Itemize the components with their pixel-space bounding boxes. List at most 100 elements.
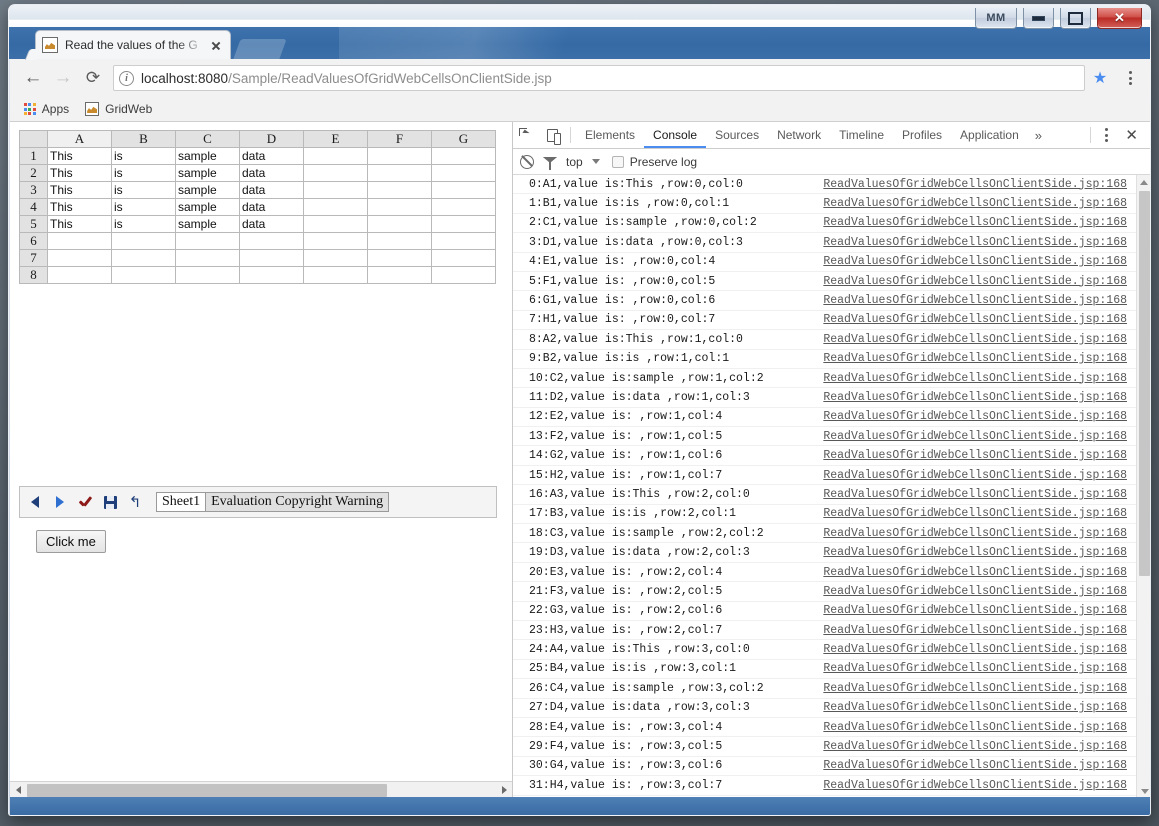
- page-info-icon[interactable]: i: [119, 70, 134, 86]
- console-source-link[interactable]: ReadValuesOfGridWebCellsOnClientSide.jsp…: [823, 469, 1136, 482]
- scroll-right-icon[interactable]: [496, 782, 512, 799]
- cell-D7[interactable]: [239, 249, 304, 267]
- cell-E8[interactable]: [303, 266, 368, 284]
- scroll-up-icon[interactable]: [1137, 175, 1150, 189]
- cell-F8[interactable]: [367, 266, 432, 284]
- cell-A5[interactable]: This: [47, 215, 112, 233]
- clear-console-icon[interactable]: [520, 154, 534, 169]
- bookmark-star-icon[interactable]: ★: [1087, 65, 1113, 91]
- filter-icon[interactable]: [543, 157, 557, 170]
- console-source-link[interactable]: ReadValuesOfGridWebCellsOnClientSide.jsp…: [823, 410, 1136, 423]
- save-icon[interactable]: [102, 494, 118, 510]
- cell-B4[interactable]: is: [111, 198, 176, 216]
- bookmark-gridweb[interactable]: GridWeb: [85, 102, 152, 116]
- cell-A7[interactable]: [47, 249, 112, 267]
- hscroll-track[interactable]: [27, 782, 496, 799]
- devtools-close-icon[interactable]: ✕: [1117, 126, 1146, 144]
- forward-icon[interactable]: →: [48, 63, 78, 93]
- cell-B3[interactable]: is: [111, 181, 176, 199]
- console-vertical-scrollbar[interactable]: [1136, 175, 1150, 798]
- sheet-tab-evaluation-warning[interactable]: Evaluation Copyright Warning: [206, 492, 390, 512]
- chrome-menu-icon[interactable]: [1117, 71, 1143, 85]
- console-source-link[interactable]: ReadValuesOfGridWebCellsOnClientSide.jsp…: [823, 275, 1136, 288]
- column-header-B[interactable]: B: [111, 130, 176, 148]
- console-source-link[interactable]: ReadValuesOfGridWebCellsOnClientSide.jsp…: [823, 662, 1136, 675]
- cell-D8[interactable]: [239, 266, 304, 284]
- row-header-8[interactable]: 8: [19, 266, 48, 284]
- cell-G2[interactable]: [431, 164, 496, 182]
- console-source-link[interactable]: ReadValuesOfGridWebCellsOnClientSide.jsp…: [823, 255, 1136, 268]
- cell-A1[interactable]: This: [47, 147, 112, 165]
- column-header-E[interactable]: E: [303, 130, 368, 148]
- console-source-link[interactable]: ReadValuesOfGridWebCellsOnClientSide.jsp…: [823, 391, 1136, 404]
- cell-F3[interactable]: [367, 181, 432, 199]
- cell-C6[interactable]: [175, 232, 240, 250]
- console-source-link[interactable]: ReadValuesOfGridWebCellsOnClientSide.jsp…: [823, 507, 1136, 520]
- cell-B6[interactable]: [111, 232, 176, 250]
- preserve-log-control[interactable]: Preserve log: [611, 155, 697, 169]
- console-source-link[interactable]: ReadValuesOfGridWebCellsOnClientSide.jsp…: [823, 333, 1136, 346]
- row-header-3[interactable]: 3: [19, 181, 48, 199]
- console-source-link[interactable]: ReadValuesOfGridWebCellsOnClientSide.jsp…: [823, 527, 1136, 540]
- console-source-link[interactable]: ReadValuesOfGridWebCellsOnClientSide.jsp…: [823, 294, 1136, 307]
- console-source-link[interactable]: ReadValuesOfGridWebCellsOnClientSide.jsp…: [823, 236, 1136, 249]
- inspect-element-icon[interactable]: [513, 122, 539, 148]
- cell-A3[interactable]: This: [47, 181, 112, 199]
- row-header-1[interactable]: 1: [19, 147, 48, 165]
- toggle-device-toolbar-icon[interactable]: [539, 122, 565, 148]
- confirm-check-icon[interactable]: [77, 494, 93, 510]
- cell-E1[interactable]: [303, 147, 368, 165]
- scroll-left-icon[interactable]: [10, 782, 27, 799]
- vscroll-thumb[interactable]: [1139, 191, 1150, 576]
- console-context-label[interactable]: top: [566, 155, 583, 169]
- console-source-link[interactable]: ReadValuesOfGridWebCellsOnClientSide.jsp…: [823, 546, 1136, 559]
- scroll-down-icon[interactable]: [1137, 784, 1150, 798]
- row-header-6[interactable]: 6: [19, 232, 48, 250]
- next-sheet-icon[interactable]: [52, 494, 68, 510]
- tab-close-icon[interactable]: [208, 37, 224, 53]
- tab-application[interactable]: Application: [951, 122, 1028, 148]
- console-source-link[interactable]: ReadValuesOfGridWebCellsOnClientSide.jsp…: [823, 178, 1136, 191]
- cell-B8[interactable]: [111, 266, 176, 284]
- cell-G8[interactable]: [431, 266, 496, 284]
- cell-G3[interactable]: [431, 181, 496, 199]
- cell-D2[interactable]: data: [239, 164, 304, 182]
- console-source-link[interactable]: ReadValuesOfGridWebCellsOnClientSide.jsp…: [823, 352, 1136, 365]
- console-source-link[interactable]: ReadValuesOfGridWebCellsOnClientSide.jsp…: [823, 682, 1136, 695]
- cell-F4[interactable]: [367, 198, 432, 216]
- cell-F5[interactable]: [367, 215, 432, 233]
- cell-D3[interactable]: data: [239, 181, 304, 199]
- cell-C7[interactable]: [175, 249, 240, 267]
- tab-console[interactable]: Console: [644, 122, 706, 148]
- cell-C3[interactable]: sample: [175, 181, 240, 199]
- console-source-link[interactable]: ReadValuesOfGridWebCellsOnClientSide.jsp…: [823, 313, 1136, 326]
- cell-B7[interactable]: [111, 249, 176, 267]
- console-source-link[interactable]: ReadValuesOfGridWebCellsOnClientSide.jsp…: [823, 624, 1136, 637]
- cell-D6[interactable]: [239, 232, 304, 250]
- browser-tab-active[interactable]: Read the values of the G: [35, 30, 231, 59]
- address-bar[interactable]: i localhost:8080/Sample/ReadValuesOfGrid…: [113, 65, 1085, 91]
- cell-E3[interactable]: [303, 181, 368, 199]
- cell-C2[interactable]: sample: [175, 164, 240, 182]
- reload-icon[interactable]: ⟳: [78, 63, 108, 93]
- cell-G4[interactable]: [431, 198, 496, 216]
- console-source-link[interactable]: ReadValuesOfGridWebCellsOnClientSide.jsp…: [823, 430, 1136, 443]
- mm-button[interactable]: MM: [975, 8, 1017, 29]
- tab-network[interactable]: Network: [768, 122, 830, 148]
- column-header-D[interactable]: D: [239, 130, 304, 148]
- console-source-link[interactable]: ReadValuesOfGridWebCellsOnClientSide.jsp…: [823, 585, 1136, 598]
- cell-C1[interactable]: sample: [175, 147, 240, 165]
- select-all-corner[interactable]: [19, 130, 48, 148]
- cell-G6[interactable]: [431, 232, 496, 250]
- console-source-link[interactable]: ReadValuesOfGridWebCellsOnClientSide.jsp…: [823, 779, 1136, 792]
- chevron-down-icon[interactable]: [591, 159, 600, 164]
- console-source-link[interactable]: ReadValuesOfGridWebCellsOnClientSide.jsp…: [823, 449, 1136, 462]
- console-source-link[interactable]: ReadValuesOfGridWebCellsOnClientSide.jsp…: [823, 566, 1136, 579]
- column-header-A[interactable]: A: [47, 130, 112, 148]
- column-header-F[interactable]: F: [367, 130, 432, 148]
- cell-D5[interactable]: data: [239, 215, 304, 233]
- cell-E6[interactable]: [303, 232, 368, 250]
- console-source-link[interactable]: ReadValuesOfGridWebCellsOnClientSide.jsp…: [823, 216, 1136, 229]
- cell-C5[interactable]: sample: [175, 215, 240, 233]
- cell-F6[interactable]: [367, 232, 432, 250]
